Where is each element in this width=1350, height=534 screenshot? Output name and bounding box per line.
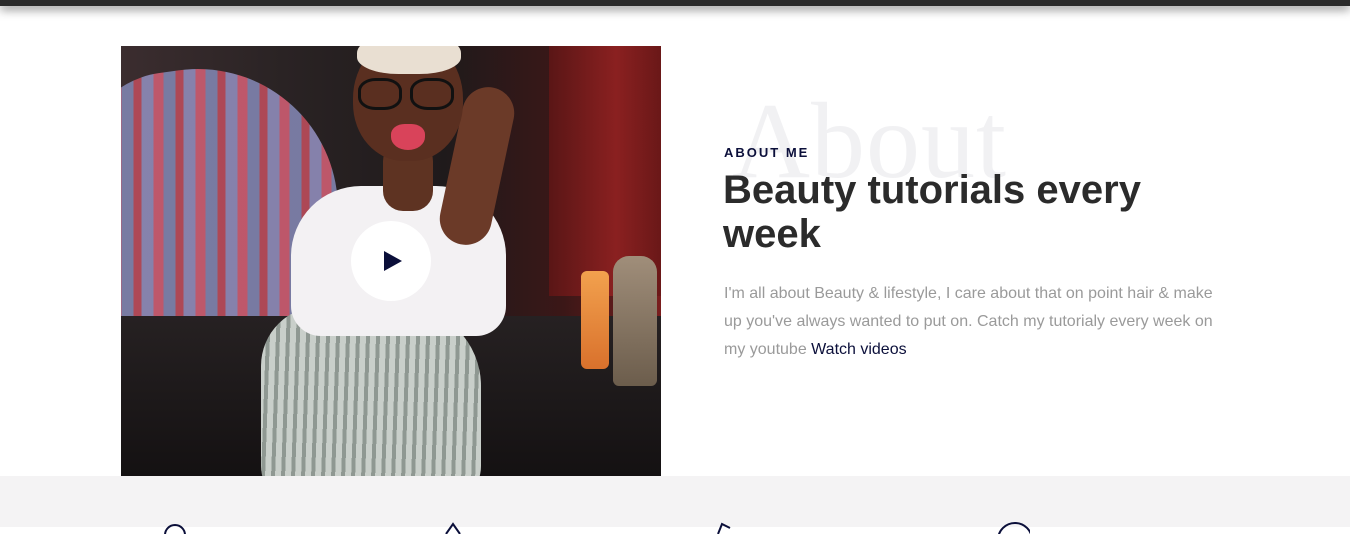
section-description: I'm all about Beauty & lifestyle, I care… — [724, 280, 1224, 364]
photo-glasses — [358, 78, 458, 110]
pen-icon — [712, 520, 748, 534]
play-video-button[interactable] — [351, 221, 431, 301]
photo-candle — [581, 271, 609, 369]
features-band — [0, 476, 1350, 534]
description-text: I'm all about Beauty & lifestyle, I care… — [724, 285, 1213, 358]
section-eyebrow: ABOUT ME — [724, 145, 810, 160]
watch-videos-link[interactable]: Watch videos — [811, 341, 906, 358]
photo-vase — [613, 256, 657, 386]
user-icon — [160, 520, 196, 534]
photo-person-mouth — [391, 124, 425, 150]
section-heading: Beauty tutorials every week — [723, 168, 1141, 256]
play-icon — [384, 251, 402, 271]
header-shadow — [0, 0, 1350, 6]
drop-icon — [440, 520, 476, 534]
photo-person-hair — [357, 46, 461, 74]
circle-icon — [994, 520, 1030, 534]
